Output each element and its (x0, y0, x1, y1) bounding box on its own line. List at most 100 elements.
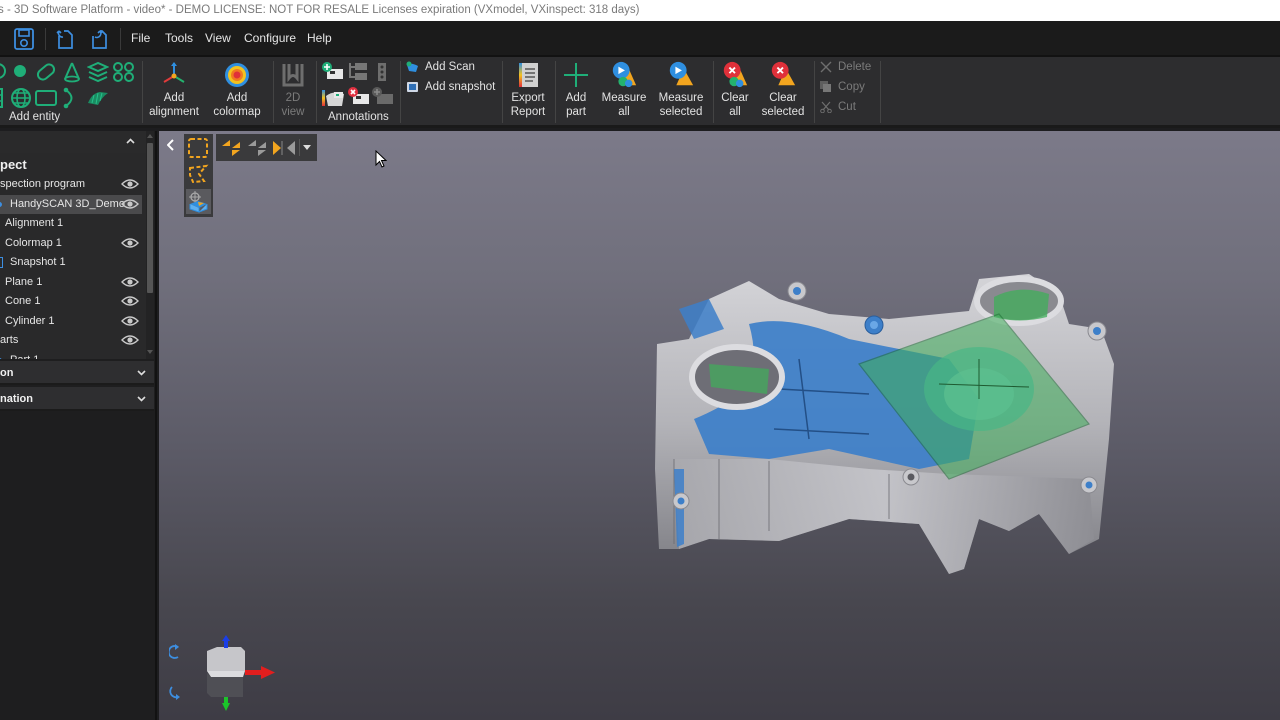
tree-item[interactable]: Part 1 (0, 351, 142, 359)
tree-item[interactable]: spection program (0, 175, 142, 194)
tree-item[interactable]: HandySCAN 3D_Demo (0, 194, 142, 214)
cut-button[interactable]: Cut (820, 101, 856, 113)
tree-item[interactable]: Plane 1 (0, 273, 142, 292)
selection-toolbar (184, 134, 213, 217)
visibility-eye-icon[interactable] (121, 276, 139, 288)
visibility-eye-icon[interactable] (121, 237, 139, 249)
collapse-up-icon[interactable] (126, 138, 135, 144)
annotation-tree-icon[interactable] (347, 61, 369, 83)
rotate-cw-icon[interactable] (169, 643, 181, 659)
play-forward-icon[interactable] (271, 139, 283, 157)
export-report-line1: Export (511, 92, 545, 104)
add-alignment-button[interactable]: Add alignment (149, 60, 199, 119)
cone-icon[interactable] (62, 61, 82, 83)
separator (814, 61, 815, 123)
scrollbar-thumb[interactable] (147, 143, 153, 293)
add-entity-label: Add entity (9, 111, 61, 123)
collapse-left-icon[interactable] (167, 139, 175, 151)
add-snapshot-button[interactable]: Add snapshot (406, 81, 495, 93)
circle-icon[interactable] (0, 62, 8, 80)
globe-icon[interactable] (9, 87, 33, 109)
annotation-list-icon[interactable] (375, 61, 389, 83)
measure-selected-button[interactable]: Measure selected (656, 60, 706, 119)
save-button[interactable] (12, 27, 36, 51)
tree-item[interactable]: Snapshot 1 (0, 253, 142, 272)
add-colormap-button[interactable]: Add colormap (213, 60, 261, 119)
clear-selected-icon (771, 61, 796, 86)
annotations-group: Annotations (318, 57, 400, 125)
cut-label: Cut (838, 101, 856, 113)
redo-button[interactable] (88, 27, 112, 51)
tree-item[interactable]: Alignment 1 (0, 214, 142, 233)
add-colormap-line2: colormap (213, 105, 261, 118)
delete-button[interactable]: Delete (820, 61, 871, 73)
separator (273, 61, 274, 123)
surface-icon[interactable] (86, 89, 110, 107)
orientation-cube[interactable] (195, 631, 280, 716)
checkbox[interactable] (0, 257, 3, 268)
scroll-up-icon[interactable] (147, 133, 153, 138)
snapshot-icon (407, 82, 418, 92)
save-icon (14, 28, 34, 50)
clear-all-button[interactable]: Clear all (719, 60, 751, 119)
visibility-eye-icon[interactable] (121, 178, 139, 190)
tree-item-label: Plane 1 (5, 275, 43, 288)
cylinder-icon[interactable] (0, 87, 6, 109)
delete-annotation-icon[interactable] (347, 86, 371, 108)
measure-all-button[interactable]: Measure all (601, 60, 647, 119)
tree-item[interactable]: arts (0, 331, 142, 350)
menu-view[interactable]: View (205, 31, 231, 45)
report-icon (519, 63, 538, 87)
rectangle-icon[interactable] (34, 89, 58, 107)
visibility-eye-icon[interactable] (121, 334, 139, 346)
scroll-down-icon[interactable] (147, 350, 153, 355)
3d-viewport[interactable] (159, 131, 1280, 720)
select-through-button[interactable] (186, 189, 211, 214)
previous-view-icon[interactable] (220, 138, 242, 158)
clear-selected-button[interactable]: Clear selected (758, 60, 808, 119)
dropdown-arrow-icon[interactable] (303, 145, 311, 150)
measure-selected-line1: Measure (658, 92, 704, 104)
add-annotation-icon[interactable] (321, 61, 345, 83)
tree-item-label: Snapshot 1 (10, 256, 66, 268)
menu-configure[interactable]: Configure (244, 31, 296, 45)
scanned-part-model[interactable] (649, 269, 1119, 589)
disabled-annotation-icon[interactable] (371, 86, 395, 108)
section-information[interactable]: nation (0, 387, 154, 411)
window-titlebar: s - 3D Software Platform - video* - DEMO… (0, 0, 1280, 21)
play-back-icon[interactable] (285, 139, 297, 157)
curve-icon[interactable] (63, 87, 79, 109)
menu-file[interactable]: File (131, 31, 150, 45)
slot-icon[interactable] (35, 62, 57, 82)
export-report-button[interactable]: Export Report (507, 60, 549, 119)
project-tree: pect spection program HandySCAN 3D_Demo Al… (0, 153, 146, 359)
rectangle-select-icon[interactable] (187, 137, 209, 159)
visibility-eye-icon[interactable] (121, 315, 139, 327)
layers-icon[interactable] (87, 61, 109, 83)
section-inspection[interactable]: on (0, 361, 154, 385)
pattern-icon[interactable] (112, 61, 136, 83)
add-part-button[interactable]: Add part (560, 60, 592, 119)
sphere-icon[interactable] (13, 64, 27, 78)
tree-item[interactable]: Colormap 1 (0, 234, 142, 253)
tree-item-label: Colormap 1 (5, 236, 62, 249)
tree-scrollbar[interactable] (146, 131, 154, 359)
undo-button[interactable] (53, 27, 77, 51)
visibility-eye-icon[interactable] (121, 295, 139, 307)
rotate-ccw-icon[interactable] (169, 685, 181, 701)
visibility-eye-icon[interactable] (121, 198, 139, 210)
menu-help[interactable]: Help (307, 31, 332, 45)
colormap-annotation-icon[interactable] (320, 86, 346, 110)
add-scan-button[interactable]: Add Scan (406, 61, 475, 73)
tree-item[interactable]: Cylinder 1 (0, 312, 142, 331)
2d-view-button[interactable]: 2D view (278, 60, 308, 119)
next-view-icon[interactable] (246, 138, 268, 158)
tree-item[interactable]: Cone 1 (0, 292, 142, 311)
lasso-select-icon[interactable] (187, 163, 209, 185)
clear-all-line1: Clear (721, 92, 749, 104)
mouse-cursor-icon (375, 150, 387, 168)
menu-tools[interactable]: Tools (165, 31, 193, 45)
delete-label: Delete (838, 61, 872, 73)
copy-button[interactable]: Copy (820, 81, 865, 93)
colormap-icon (225, 63, 249, 87)
